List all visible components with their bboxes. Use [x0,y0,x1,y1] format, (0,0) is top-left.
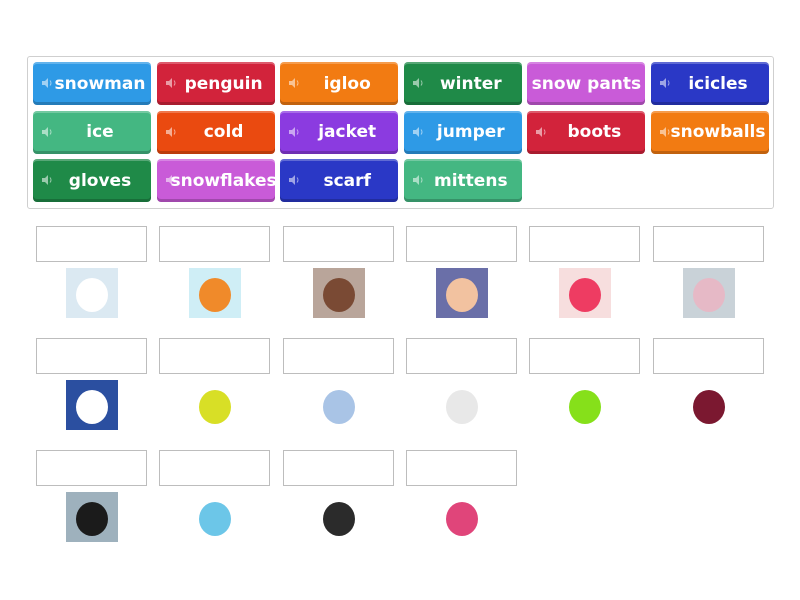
word-tile[interactable]: scarf [280,159,399,202]
cold-figure-picture [189,268,242,318]
speaker-icon[interactable] [165,77,177,89]
word-tile-label: gloves [68,170,132,191]
word-tile[interactable]: jacket [280,110,399,154]
drop-box[interactable] [529,226,641,262]
snowman-picture [66,380,118,430]
speaker-icon[interactable] [412,77,424,89]
boots-picture [312,268,365,318]
scarf-picture [435,492,488,542]
word-tile-label: jacket [318,122,377,142]
word-bank: snowman penguin igloo winter snow pants icicl… [27,56,774,209]
snowballs-picture [435,380,488,430]
penguin-picture [66,492,118,542]
word-tile-label: winter [439,73,502,94]
speaker-icon[interactable] [412,174,424,186]
jacket-picture [312,492,365,542]
word-tile[interactable]: snowman [33,62,151,105]
drop-box[interactable] [36,450,147,486]
drop-box[interactable] [652,338,764,374]
ice-picture [682,268,735,318]
word-tile[interactable]: winter [403,62,522,105]
word-tile[interactable]: igloo [280,62,399,105]
drop-box[interactable] [405,226,517,262]
speaker-icon[interactable] [41,77,53,89]
drop-box[interactable] [405,450,517,486]
speaker-icon[interactable] [288,174,300,186]
word-tile-label: ice [86,122,114,142]
speaker-icon[interactable] [535,126,547,138]
gloves-picture [559,380,612,430]
word-tile-label: snow pants [531,73,642,94]
speaker-icon[interactable] [288,126,300,138]
word-tile[interactable]: ice [33,110,151,154]
snowflakes-picture [189,492,242,542]
word-tile[interactable]: gloves [33,159,151,202]
speaker-icon[interactable] [41,126,53,138]
word-tile-label: igloo [323,73,371,94]
drop-box[interactable] [36,226,147,262]
word-tile[interactable]: cold [156,110,275,154]
drop-box[interactable] [529,338,641,374]
speaker-icon[interactable] [412,126,424,138]
drop-box[interactable] [282,226,394,262]
drop-box[interactable] [159,338,271,374]
drop-box[interactable] [282,338,394,374]
speaker-icon[interactable] [659,126,671,138]
word-tile-label: cold [203,122,244,142]
jumper-picture [682,380,735,430]
drop-box[interactable] [159,226,271,262]
word-tile-label: mittens [434,170,508,191]
igloo-picture [66,268,118,318]
drop-box[interactable] [282,450,394,486]
word-tile-label: penguin [184,73,263,94]
icicles-picture [312,380,365,430]
drop-box[interactable] [405,338,517,374]
speaker-icon[interactable] [41,174,53,186]
drop-box[interactable] [159,450,271,486]
word-tile[interactable]: mittens [403,159,522,202]
word-tile[interactable]: snowballs [651,110,769,154]
winter-landscape-picture [435,268,488,318]
speaker-icon[interactable] [288,77,300,89]
snow-pants-picture [189,380,242,430]
word-tile[interactable]: snowflakes [156,159,277,202]
word-tile-label: boots [567,122,622,142]
speaker-icon[interactable] [659,77,671,89]
speaker-icon[interactable] [165,126,177,138]
word-tile[interactable]: penguin [156,62,275,105]
speaker-icon[interactable] [165,174,177,186]
drop-box[interactable] [36,338,147,374]
word-tile-label: icicles [688,73,748,94]
word-tile-label: snowballs [670,122,766,142]
word-tile[interactable]: boots [527,110,646,154]
word-tile-label: snowman [54,73,146,94]
mittens-picture [559,268,612,318]
drop-box[interactable] [652,226,764,262]
word-tile-label: jumper [436,122,505,142]
word-tile-label: scarf [323,170,371,191]
word-tile[interactable]: jumper [403,110,522,154]
word-tile[interactable]: icicles [651,62,769,105]
word-tile[interactable]: snow pants [527,62,646,105]
